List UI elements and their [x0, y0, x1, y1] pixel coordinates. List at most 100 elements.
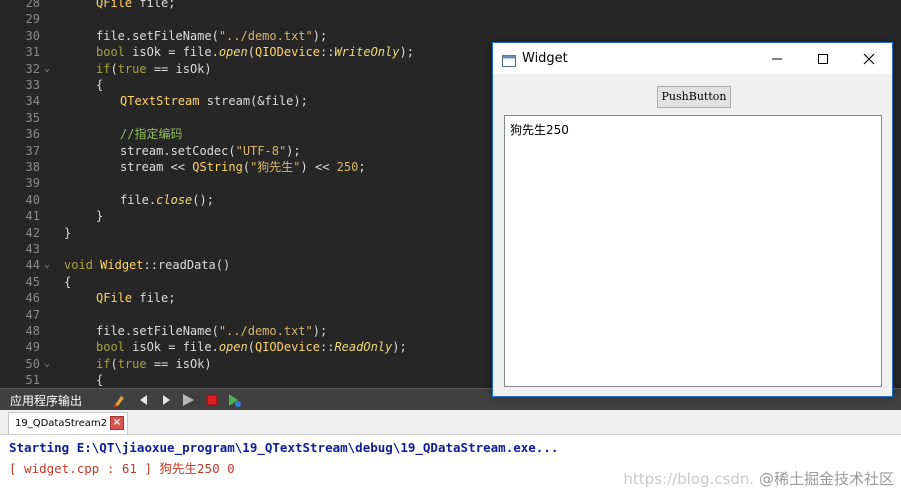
line-number: 46 — [25, 291, 40, 306]
code-token: == isOk) — [146, 61, 212, 76]
tab-label: 19_QDataStream2 — [15, 418, 108, 429]
code-token: ) << — [300, 160, 337, 174]
code-token: isOk = file. — [124, 340, 219, 355]
watermark-url: https://blog.csdn. — [623, 470, 755, 488]
code-token: QFile — [96, 291, 133, 306]
code-token: file; — [132, 0, 176, 10]
output-line: [ widget.cpp : 61 ] 狗先生250 0 — [9, 461, 235, 476]
line-number: 35 — [25, 110, 40, 125]
output-line: Starting E:\QT\jiaoxue_program\19_QTextS… — [9, 440, 559, 455]
code-token: 250 — [336, 160, 359, 174]
code-token: QIODevice — [254, 45, 320, 60]
code-token: ( — [242, 160, 251, 174]
code-text: if(true == isOk) — [96, 356, 212, 372]
next-item-icon[interactable] — [158, 392, 174, 408]
code-text: } — [96, 208, 103, 224]
code-token: (); — [192, 192, 214, 207]
code-text: stream << QString("狗先生") << 250; — [120, 159, 366, 175]
text-edit-content: 狗先生250 — [510, 123, 569, 137]
line-number: 45 — [25, 274, 40, 289]
code-token: stream.setCodec( — [120, 143, 236, 158]
code-text: { — [64, 274, 71, 290]
code-token: "../demo.txt" — [218, 324, 313, 338]
code-token: == isOk) — [146, 356, 212, 371]
line-number: 28 — [25, 0, 40, 10]
maximize-icon — [818, 54, 828, 64]
code-token: if — [96, 61, 111, 76]
window-titlebar[interactable]: Widget — [493, 43, 892, 74]
code-line[interactable]: 29 — [0, 11, 901, 27]
line-number: 31 — [25, 45, 40, 60]
code-text: QFile file; — [96, 290, 175, 306]
line-number: 41 — [25, 209, 40, 224]
text-edit[interactable]: 狗先生250 — [504, 115, 882, 387]
code-token: } — [64, 225, 72, 240]
fold-chevron-icon[interactable]: ⌄ — [44, 257, 50, 273]
code-line[interactable]: 28 QFile file; — [0, 0, 901, 11]
code-token: } — [96, 209, 104, 224]
widget-window[interactable]: Widget PushButton 狗先生250 — [492, 42, 893, 397]
code-token: ( — [110, 356, 118, 371]
attach-debugger-icon[interactable] — [226, 392, 242, 408]
code-token: file; — [132, 291, 176, 306]
clear-output-icon[interactable] — [112, 392, 128, 408]
code-token: WriteOnly — [334, 45, 400, 60]
code-token: ::readData() — [143, 258, 231, 273]
line-number: 49 — [25, 340, 40, 355]
fold-chevron-icon[interactable]: ⌄ — [44, 356, 50, 372]
maximize-button[interactable] — [800, 43, 846, 74]
line-number: 32 — [25, 61, 40, 76]
line-number: 44 — [25, 258, 40, 273]
close-window-button[interactable] — [846, 43, 892, 74]
previous-item-icon[interactable] — [136, 392, 152, 408]
line-number: 47 — [25, 307, 40, 322]
line-number: 43 — [25, 242, 40, 256]
line-number: 50 — [25, 356, 40, 371]
application-output[interactable]: Starting E:\QT\jiaoxue_program\19_QTextS… — [0, 435, 901, 495]
line-number: 39 — [25, 176, 40, 191]
stop-icon[interactable] — [204, 392, 220, 408]
code-token: ( — [247, 45, 255, 60]
code-text: file.setFileName("../demo.txt"); — [96, 28, 327, 44]
code-text: if(true == isOk) — [96, 61, 212, 77]
code-token: open — [218, 45, 248, 60]
code-token: "../demo.txt" — [218, 28, 313, 43]
code-token: ); — [312, 28, 328, 43]
code-token: void — [64, 258, 93, 273]
app-window-icon — [502, 52, 516, 67]
code-token: "UTF-8" — [235, 143, 287, 158]
code-text: { — [96, 77, 103, 93]
push-button[interactable]: PushButton — [657, 86, 731, 108]
line-number: 34 — [25, 94, 40, 109]
code-token: { — [96, 373, 104, 388]
minimize-icon — [772, 58, 782, 60]
line-number: 37 — [25, 143, 40, 158]
line-number: 42 — [25, 225, 40, 240]
line-number: 38 — [25, 160, 40, 174]
fold-chevron-icon[interactable]: ⌄ — [44, 61, 50, 77]
code-token: close — [156, 192, 193, 207]
close-icon[interactable]: × — [110, 416, 124, 430]
window-title: Widget — [522, 51, 568, 66]
code-token: if — [96, 356, 111, 371]
code-token: true — [117, 356, 147, 371]
code-text: stream.setCodec("UTF-8"); — [120, 143, 301, 159]
line-number: 36 — [25, 127, 40, 142]
code-token: :: — [320, 340, 335, 355]
line-number: 51 — [25, 373, 40, 388]
code-token: file.setFileName( — [96, 28, 219, 43]
code-token: bool — [96, 340, 125, 355]
code-text: bool isOk = file.open(QIODevice::ReadOnl… — [96, 339, 407, 355]
code-token: file. — [120, 192, 157, 207]
code-token: QTextStream — [120, 94, 200, 109]
code-text: QTextStream stream(&file); — [120, 93, 308, 109]
run-icon[interactable] — [180, 392, 196, 408]
line-number: 40 — [25, 192, 40, 207]
code-token: bool — [96, 45, 125, 60]
tab-19-qdatastream2[interactable]: 19_QDataStream2 × — [8, 412, 128, 434]
code-token: stream << — [120, 160, 193, 174]
code-text: } — [64, 225, 71, 241]
line-number: 30 — [25, 28, 40, 43]
code-token: ReadOnly — [334, 340, 393, 355]
minimize-button[interactable] — [754, 43, 800, 74]
